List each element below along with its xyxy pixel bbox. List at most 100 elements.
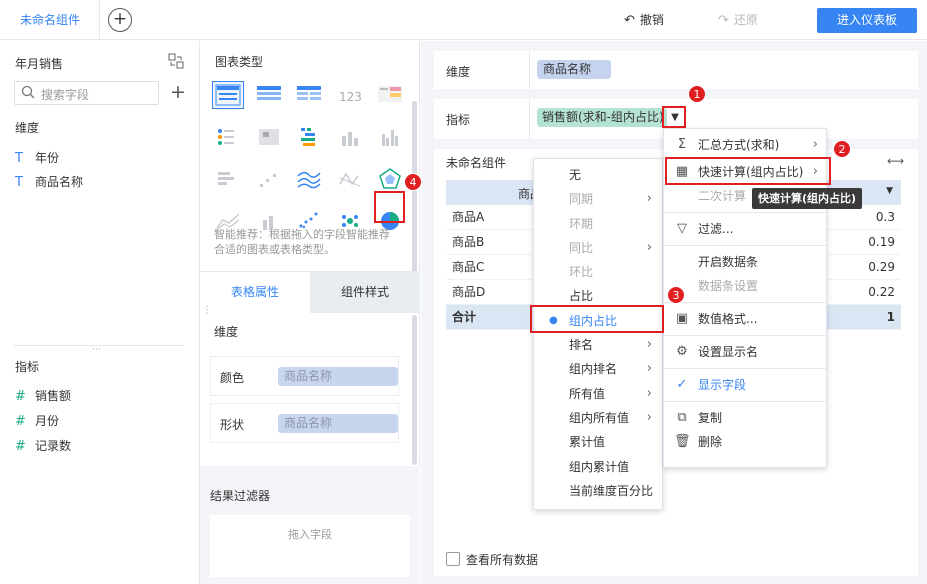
- quick-calc-item[interactable]: 无: [534, 163, 662, 187]
- quick-calc-item[interactable]: 排名 ›: [534, 333, 662, 357]
- menu-open-databar[interactable]: 开启数据条: [664, 250, 826, 274]
- kpi-number-icon[interactable]: 123: [334, 81, 366, 109]
- view-all-label: 查看所有数据: [466, 553, 539, 567]
- dimension-field-year[interactable]: T 年份: [15, 148, 59, 168]
- grouped-table-icon[interactable]: [212, 81, 244, 109]
- menu-delete[interactable]: 🗑 删除: [664, 430, 826, 454]
- grid-dots-icon[interactable]: [212, 123, 244, 151]
- grouped-column-icon[interactable]: [374, 123, 406, 151]
- measure-section-title: 指标: [15, 360, 40, 374]
- add-field-button[interactable]: +: [170, 81, 186, 103]
- menu-separator: [664, 401, 826, 402]
- radar-icon[interactable]: [374, 165, 406, 193]
- chevron-right-icon: ›: [646, 409, 652, 425]
- quick-calc-item[interactable]: 同比 ›: [534, 236, 662, 260]
- colored-table-icon[interactable]: [374, 81, 406, 109]
- measure-field-sales[interactable]: # 销售额: [15, 386, 71, 406]
- shape-field-pill[interactable]: 商品名称: [278, 414, 398, 433]
- quick-calc-item[interactable]: 组内排名 ›: [534, 357, 662, 381]
- gear-icon: ⚙: [676, 344, 688, 359]
- redo-button[interactable]: ↷ 还原: [718, 12, 758, 28]
- quick-calc-item[interactable]: 当前维度百分比: [534, 479, 662, 503]
- quick-calc-item[interactable]: 环期: [534, 212, 662, 236]
- calc-number-type-icon: #: [15, 439, 26, 454]
- column-chart-icon[interactable]: [334, 123, 366, 151]
- number-format-icon: ▣: [675, 311, 689, 326]
- text-type-icon: T: [15, 151, 23, 166]
- undo-icon: ↶: [624, 13, 635, 28]
- shelf-divider: [529, 99, 530, 139]
- tab-component-style[interactable]: 组件样式: [310, 271, 420, 313]
- dimension-field-product-name[interactable]: T 商品名称: [15, 172, 83, 192]
- quick-calc-item[interactable]: 同期 ›: [534, 187, 662, 211]
- config-panel: 图表类型 123 智能推荐：根据拖入的字段智能推荐合适的图表或表格类型。 表格属…: [200, 41, 420, 584]
- tab-table-properties[interactable]: 表格属性: [200, 271, 310, 313]
- bar-stack-icon[interactable]: [293, 123, 325, 151]
- filter-drop-zone[interactable]: 拖入字段: [210, 515, 410, 577]
- shelf-divider: [529, 51, 530, 89]
- search-placeholder: 搜索字段: [41, 88, 90, 102]
- view-all-checkbox[interactable]: [446, 552, 460, 566]
- svg-text:123: 123: [339, 90, 362, 104]
- measure-shelf-label: 指标: [446, 113, 471, 127]
- menu-filter[interactable]: ▽ 过滤...: [664, 217, 826, 241]
- menu-databar-settings[interactable]: 数据条设置: [664, 274, 826, 298]
- menu-show-field[interactable]: ✓ 显示字段: [664, 373, 826, 397]
- measure-field-record-count[interactable]: # 记录数: [15, 436, 71, 456]
- number-type-icon: #: [15, 414, 26, 429]
- fit-width-icon[interactable]: ⟷: [887, 154, 904, 168]
- scatter-step-icon[interactable]: [253, 165, 285, 193]
- quick-calc-item[interactable]: 组内所有值 ›: [534, 406, 662, 430]
- line-chart-icon[interactable]: [293, 165, 325, 193]
- add-tab-button[interactable]: +: [108, 8, 132, 32]
- detail-table-icon[interactable]: [253, 81, 285, 109]
- result-filter-title: 结果过滤器: [210, 489, 271, 503]
- smart-recommend-tip: 智能推荐：根据拖入的字段智能推荐合适的图表或表格类型。: [214, 228, 390, 256]
- cross-table-icon[interactable]: [293, 81, 325, 109]
- dimension-prop-label: 维度: [214, 325, 239, 339]
- quick-calc-submenu: 无同期 › 环期 同比 › 环比 占比 ● 组内占比 排名 › 组内排名 › 所有值 › 组内所有值 › 累计值组…: [533, 158, 663, 510]
- sort-arrow-icon[interactable]: ▼: [886, 186, 893, 196]
- annotation-badge-1: 1: [688, 85, 706, 103]
- divider: [200, 271, 420, 272]
- undo-button[interactable]: ↶ 撤销: [624, 12, 664, 28]
- quick-calc-item[interactable]: 组内累计值: [534, 455, 662, 479]
- annotation-highlight-dropdown: [662, 106, 686, 128]
- copy-icon: ⧉: [677, 410, 687, 425]
- heatmap-icon[interactable]: [253, 123, 285, 151]
- component-title: 未命名组件: [446, 156, 507, 170]
- top-bar: 未命名组件 + ↶ 撤销 ↷ 还原 进入仪表板: [0, 0, 927, 40]
- text-type-icon: T: [15, 175, 23, 190]
- measure-field-month[interactable]: # 月份: [15, 411, 59, 431]
- quick-calc-item[interactable]: 所有值 ›: [534, 382, 662, 406]
- chevron-right-icon: ›: [646, 191, 652, 207]
- color-field-pill[interactable]: 商品名称: [278, 367, 398, 386]
- menu-copy[interactable]: ⧉ 复制: [664, 406, 826, 430]
- quick-calc-item[interactable]: 环比: [534, 260, 662, 284]
- dimension-section-title: 维度: [15, 121, 40, 135]
- menu-separator: [664, 302, 826, 303]
- chart-type-title: 图表类型: [215, 55, 264, 69]
- menu-separator: [664, 368, 826, 369]
- filter-icon: ▽: [677, 221, 687, 236]
- trash-icon: 🗑: [674, 434, 691, 449]
- search-field[interactable]: 搜索字段: [14, 81, 159, 105]
- menu-separator: [664, 245, 826, 246]
- shape-prop-label: 形状: [220, 418, 245, 432]
- menu-number-format[interactable]: ▣ 数值格式...: [664, 307, 826, 331]
- radar-line-icon[interactable]: [334, 165, 366, 193]
- annotation-highlight-quick-calc: [665, 157, 831, 185]
- measure-pill[interactable]: 销售额(求和-组内占比): [537, 108, 667, 127]
- quick-calc-item[interactable]: 累计值: [534, 430, 662, 454]
- tab-component[interactable]: 未命名组件: [0, 0, 100, 40]
- resize-handle-icon[interactable]: ⋯: [92, 346, 101, 355]
- enter-dashboard-button[interactable]: 进入仪表板: [817, 8, 917, 33]
- menu-display-name[interactable]: ⚙ 设置显示名: [664, 340, 826, 364]
- properties-scrollbar[interactable]: [412, 315, 417, 465]
- switch-dataset-icon[interactable]: [168, 53, 184, 69]
- drag-handle-icon[interactable]: ⋮: [202, 305, 212, 316]
- horizontal-bar-icon[interactable]: [212, 165, 244, 193]
- dimension-pill[interactable]: 商品名称: [537, 60, 611, 79]
- menu-aggregate[interactable]: Σ 汇总方式(求和) ›: [664, 133, 826, 157]
- tooltip: 快速计算(组内占比): [752, 188, 863, 209]
